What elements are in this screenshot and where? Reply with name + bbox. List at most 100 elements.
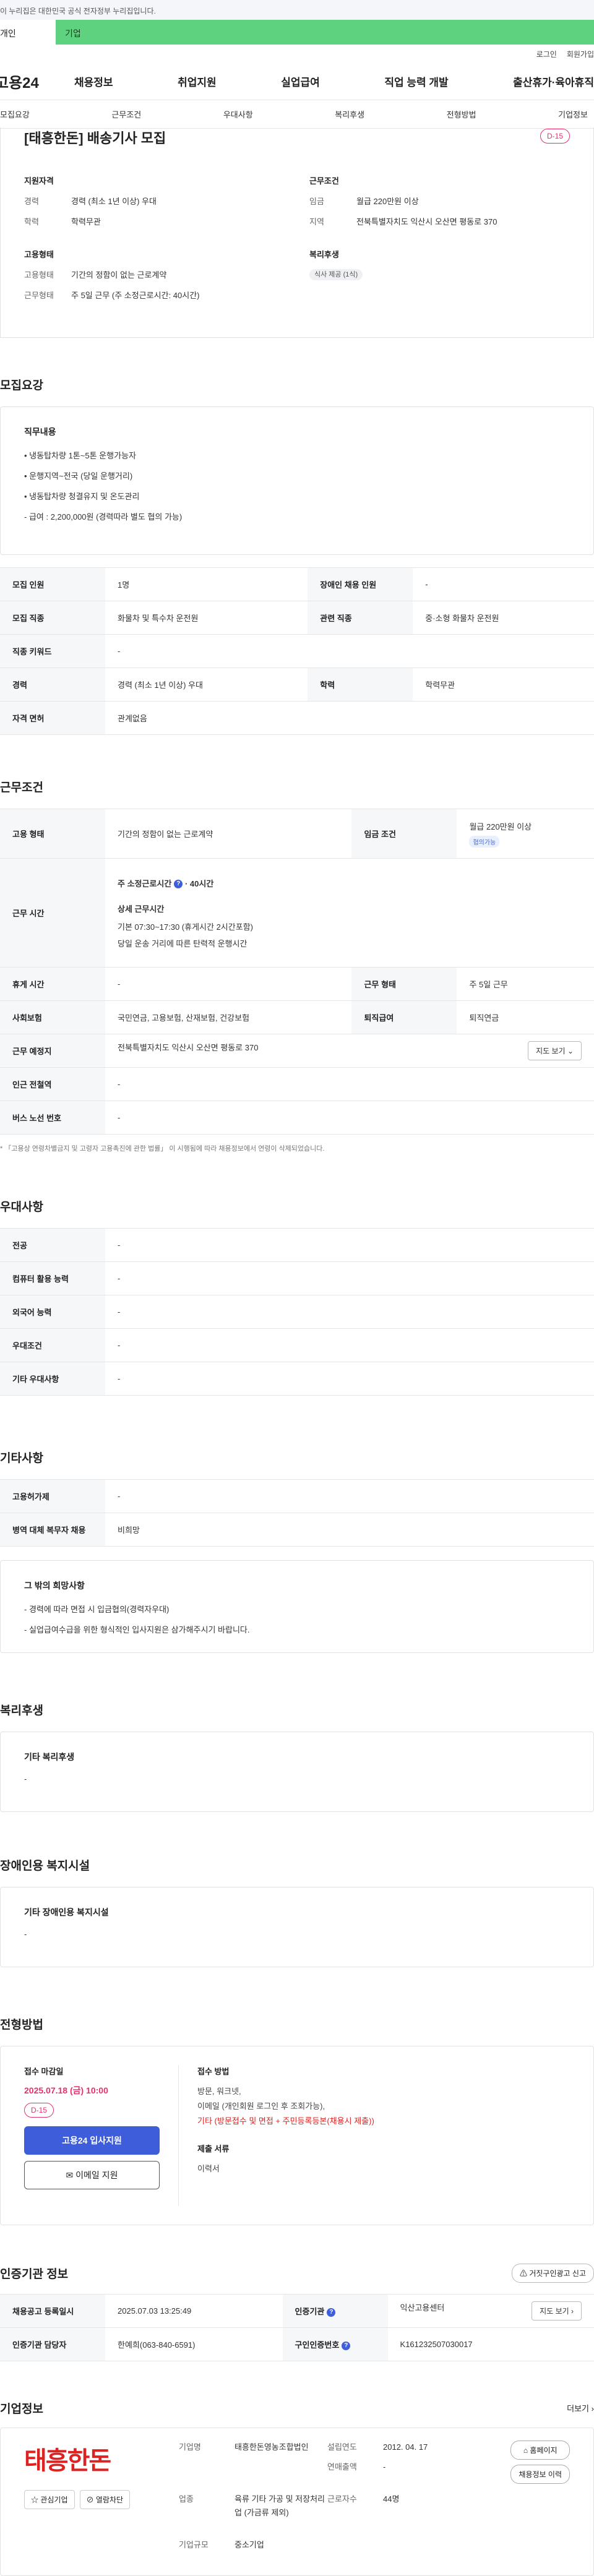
gnb-item[interactable]: 출산휴가·육아휴직 bbox=[513, 74, 594, 89]
others-table: 고용허가제 - 병역 대체 복무자 채용 비희망 bbox=[0, 1479, 594, 1547]
global-nav: 고용24 채용정보 취업지원 실업급여 직업 능력 개발 출산휴가·육아휴직 bbox=[0, 63, 594, 100]
map-button[interactable]: 지도 보기 ⌄ bbox=[528, 1041, 582, 1060]
info-icon[interactable]: ? bbox=[174, 880, 183, 889]
table-cell: - bbox=[413, 567, 594, 601]
disabled-box-heading: 기타 장애인용 복지시설 bbox=[24, 1907, 109, 1917]
apply-button[interactable]: 고용24 입사지원 bbox=[24, 2126, 160, 2155]
selection-heading: 전형방법 bbox=[0, 2019, 43, 2032]
company-more-link[interactable]: 더보기 › bbox=[567, 2402, 594, 2414]
region-label: 지역 bbox=[309, 217, 324, 226]
table-cell: - bbox=[105, 1101, 594, 1135]
docs-label: 제출 서류 bbox=[197, 2144, 230, 2153]
main-content: [태흥한돈] 배송기사 모집 D-15 지원자격 경력 경력 (최소 1년 이상)… bbox=[0, 127, 594, 2576]
block-company-button[interactable]: ⊘ 열람차단 bbox=[79, 2490, 131, 2509]
tab-company[interactable]: 기업 bbox=[56, 20, 594, 45]
report-button[interactable]: ⚠ 거짓구인광고 신고 bbox=[512, 2264, 594, 2283]
emptype-value: 기간의 정함이 없는 근로계약 bbox=[71, 270, 167, 280]
table-row: 직종 키워드 - bbox=[0, 634, 594, 668]
gnb-item[interactable]: 직업 능력 개발 bbox=[384, 74, 448, 89]
detail-time-line: 당일 운송 거리에 따른 탄력적 운행시간 bbox=[118, 938, 248, 948]
table-cell: 한예희(063-840-6591) bbox=[105, 2327, 283, 2361]
welfare-box-value: - bbox=[24, 1774, 27, 1784]
chevron-down-icon: ⌄ bbox=[567, 1047, 574, 1055]
table-header-cell: 기타 우대사항 bbox=[0, 1362, 105, 1396]
site-logo[interactable]: 고용24 bbox=[0, 71, 69, 92]
info-icon[interactable]: ? bbox=[342, 2341, 351, 2350]
table-header-cell: 퇴직급여 bbox=[351, 1000, 457, 1034]
cert-table: 채용공고 등록일시 2025.07.03 13:25:49 인증기관? 익산고용센터 지… bbox=[0, 2294, 594, 2361]
history-button[interactable]: 채용정보 이력 bbox=[510, 2465, 570, 2484]
star-icon: ☆ bbox=[31, 2496, 41, 2504]
cert-no-label: 구인인증번호 bbox=[295, 2340, 340, 2350]
table-cell: 중·소형 화물차 운전원 bbox=[413, 601, 594, 635]
table-cell: 퇴직연금 bbox=[457, 1000, 594, 1034]
recruit-table: 모집 인원 1명 장애인 채용 인원 - 모집 직종 화물차 및 특수차 운전원 관련 직… bbox=[0, 567, 594, 735]
table-header-cell: 우대조건 bbox=[0, 1328, 105, 1362]
table-row: 기타 우대사항 - bbox=[0, 1362, 594, 1396]
address-text: 전북특별자치도 익산시 오산면 평동로 370 bbox=[118, 1043, 259, 1052]
conditions-heading: 근무조건 bbox=[0, 781, 43, 794]
section-nav-item[interactable]: 우대사항 bbox=[223, 108, 253, 120]
info-icon[interactable]: ? bbox=[327, 2308, 336, 2317]
company-biz-value: 육류 기타 가공 및 저장처리업 (가금류 제외) bbox=[235, 2494, 325, 2517]
age-note: * 「고용상 연령차별금지 및 고령자 고용촉진에 관한 법률」 이 시행됨에 … bbox=[0, 1145, 325, 1153]
table-header-cell: 병역 대체 복무자 채용 bbox=[0, 1513, 105, 1547]
table-row: 인근 전철역 - bbox=[0, 1067, 594, 1101]
table-header-cell: 근무 시간 bbox=[0, 858, 105, 968]
table-cell: - bbox=[105, 1261, 594, 1295]
table-row: 경력 경력 (최소 1년 이상) 우대 학력 학력무관 bbox=[0, 668, 594, 702]
table-header-cell: 컴퓨터 활용 능력 bbox=[0, 1261, 105, 1295]
table-row: 버스 노선 번호 - bbox=[0, 1101, 594, 1135]
map-button-label: 지도 보기 bbox=[536, 1047, 566, 1055]
table-cell: - bbox=[105, 1295, 594, 1329]
login-link[interactable]: 로그인 bbox=[536, 49, 557, 59]
chevron-right-icon: › bbox=[571, 2307, 574, 2316]
join-link[interactable]: 회원가입 bbox=[567, 49, 594, 59]
section-nav-item[interactable]: 전형방법 bbox=[447, 108, 476, 120]
util-links: 로그인 회원가입 bbox=[0, 45, 594, 63]
section-nav-item[interactable]: 기업정보 bbox=[558, 108, 588, 120]
qualification-block: 지원자격 경력 경력 (최소 1년 이상) 우대 학력 학력무관 bbox=[24, 174, 285, 236]
section-nav-item[interactable]: 근무조건 bbox=[111, 108, 141, 120]
etc-line: - 실업급여수급을 위한 형식적인 입사지원은 삼가해주시기 바랍니다. bbox=[24, 1625, 250, 1634]
qualification-heading: 지원자격 bbox=[24, 176, 54, 186]
table-header-cell: 모집 인원 bbox=[0, 567, 105, 601]
condition-block: 근무조건 임금 월급 220만원 이상 지역 전북특별자치도 익산시 오산면 평동로… bbox=[309, 174, 570, 236]
favorite-company-button[interactable]: ☆ 관심기업 bbox=[24, 2490, 75, 2509]
table-header-cell: 구인인증번호? bbox=[282, 2327, 388, 2361]
preference-table: 전공 - 컴퓨터 활용 능력 - 외국어 능력 - 우대조건 - 기타 우대사항 - bbox=[0, 1228, 594, 1396]
welfare-block: 복리후생 식사 제공 (1식) bbox=[309, 248, 570, 309]
method-label: 접수 방법 bbox=[197, 2067, 230, 2076]
gnb-item[interactable]: 실업급여 bbox=[281, 74, 320, 89]
table-row: 채용공고 등록일시 2025.07.03 13:25:49 인증기관? 익산고용센터 지… bbox=[0, 2294, 594, 2328]
company-left: 태흥한돈 ☆ 관심기업 ⊘ 열람차단 bbox=[24, 2441, 179, 2563]
table-row: 고용허가제 - bbox=[0, 1479, 594, 1513]
weekly-hours-value: · 40시간 bbox=[184, 878, 214, 888]
conditions-table: 고용 형태 기간의 정함이 없는 근로계약 임금 조건 월급 220만원 이상 협… bbox=[0, 809, 594, 1135]
etc-heading: 그 밖의 희망사항 bbox=[24, 1581, 85, 1591]
section-nav-item[interactable]: 복리후생 bbox=[335, 108, 364, 120]
gnb-item[interactable]: 채용정보 bbox=[74, 74, 113, 89]
disabled-box-value: - bbox=[24, 1930, 27, 1939]
table-cell: 관계없음 bbox=[105, 701, 594, 735]
apply-box: 접수 마감일 2025.07.18 (금) 10:00 D-15 고용24 입사… bbox=[0, 2046, 594, 2225]
user-type-tabs: 개인 기업 bbox=[0, 20, 594, 45]
gnb-item[interactable]: 취업지원 bbox=[178, 74, 217, 89]
company-name-value: 태흥한돈영농조합법인 bbox=[235, 2442, 309, 2452]
org-cell: 익산고용센터 지도 보기 › bbox=[387, 2294, 594, 2328]
table-header-cell: 자격 면허 bbox=[0, 701, 105, 735]
detail-time-heading: 상세 근무시간 bbox=[118, 904, 165, 914]
duty-line: • 냉동탑차량 1톤~5톤 운행가능자 bbox=[24, 451, 136, 460]
worktype-label: 근무형태 bbox=[24, 291, 54, 300]
tab-person[interactable]: 개인 bbox=[0, 20, 56, 45]
homepage-button[interactable]: ⌂ 홈페이지 bbox=[510, 2441, 570, 2460]
section-nav-item[interactable]: 모집요강 bbox=[0, 108, 30, 120]
table-header-cell: 전공 bbox=[0, 1228, 105, 1262]
company-heading: 기업정보 bbox=[0, 2403, 43, 2416]
table-row: 병역 대체 복무자 채용 비희망 bbox=[0, 1513, 594, 1547]
org-map-button[interactable]: 지도 보기 › bbox=[532, 2301, 582, 2321]
email-apply-button[interactable]: ✉ 이메일 지원 bbox=[24, 2161, 160, 2189]
org-map-label: 지도 보기 bbox=[540, 2307, 569, 2316]
wage-value: 월급 220만원 이상 bbox=[356, 197, 419, 206]
table-row: 고용 형태 기간의 정함이 없는 근로계약 임금 조건 월급 220만원 이상 협… bbox=[0, 809, 594, 859]
